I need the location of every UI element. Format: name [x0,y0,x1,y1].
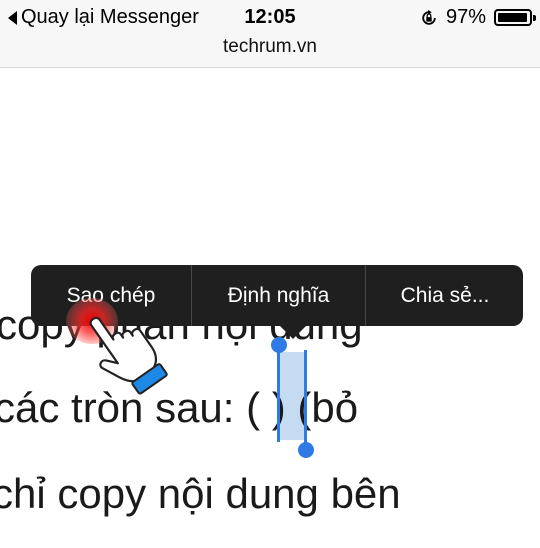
battery-level [498,13,528,22]
rotation-lock-icon [422,9,436,25]
battery-percent: 97% [445,6,486,28]
pointing-hand-icon [89,316,168,395]
back-label: Quay lại Messenger [21,6,199,28]
back-arrow-icon [8,10,17,25]
url-bar[interactable]: techrum.vn [0,34,540,68]
selection-end-bar [304,350,307,450]
battery-tip [533,15,536,21]
status-bar: Quay lại Messenger 12:05 97% [0,0,540,34]
selection-start-bar [277,344,280,442]
selection-end-handle[interactable] [298,442,314,458]
menu-define[interactable]: Định nghĩa [192,265,366,326]
url-domain: techrum.vn [223,36,317,57]
menu-share[interactable]: Chia sẻ... [366,265,524,326]
back-to-messenger-link[interactable]: Quay lại Messenger [8,6,199,29]
status-indicators: 97% [420,6,536,29]
menu-pointer-arrow [279,325,307,339]
battery-icon [494,9,536,26]
selection-start-handle[interactable] [271,337,287,353]
article-line-3: chỉ copy nội dung bên [0,470,401,517]
